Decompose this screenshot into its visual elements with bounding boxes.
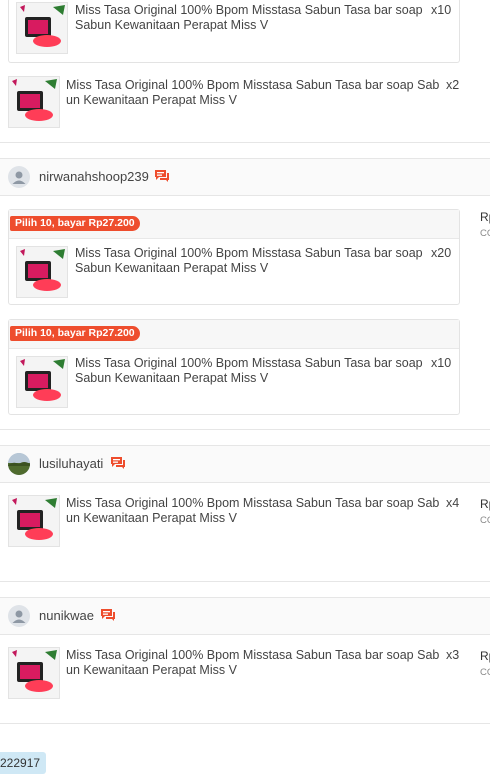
product-name[interactable]: Miss Tasa Original 100% Bpom Misstasa Sa… — [66, 648, 446, 678]
product-thumbnail[interactable] — [8, 76, 60, 128]
product-thumbnail[interactable] — [16, 356, 68, 408]
promo-group-box: Pilih 10, bayar Rp27.200 Miss Tasa Origi… — [8, 319, 460, 415]
product-name[interactable]: Miss Tasa Original 100% Bpom Misstasa Sa… — [66, 78, 446, 108]
order-price-sub: CO — [480, 515, 490, 526]
promo-badge[interactable]: Pilih 10, bayar Rp27.200 — [10, 326, 140, 341]
order-price: Rp — [480, 649, 490, 663]
promo-group-box: Pilih 10, bayar Rp27.200 Miss Tasa Origi… — [8, 209, 460, 305]
username[interactable]: nunikwae — [39, 608, 94, 623]
product-name[interactable]: Miss Tasa Original 100% Bpom Misstasa Sa… — [75, 246, 430, 276]
product-name[interactable]: Miss Tasa Original 100% Bpom Misstasa Sa… — [75, 356, 430, 386]
order-price-sub: CO — [480, 667, 490, 678]
product-thumbnail[interactable] — [16, 2, 68, 54]
username[interactable]: nirwanahshoop239 — [39, 169, 149, 184]
product-name[interactable]: Miss Tasa Original 100% Bpom Misstasa Sa… — [75, 3, 425, 33]
avatar[interactable] — [8, 166, 30, 188]
chat-icon[interactable] — [100, 608, 116, 622]
promo-bar: Pilih 10, bayar Rp27.200 — [9, 210, 459, 239]
item-quantity: x4 — [446, 496, 460, 510]
chat-icon[interactable] — [154, 169, 170, 183]
username[interactable]: lusiluhayati — [39, 456, 103, 471]
order-price: Rp — [480, 210, 490, 224]
item-quantity: x10 — [431, 3, 452, 17]
product-name[interactable]: Miss Tasa Original 100% Bpom Misstasa Sa… — [66, 496, 446, 526]
promo-bar: Pilih 10, bayar Rp27.200 — [9, 320, 459, 349]
divider — [0, 142, 490, 143]
item-quantity: x10 — [431, 356, 452, 370]
product-thumbnail[interactable] — [8, 647, 60, 699]
item-quantity: x3 — [446, 648, 460, 662]
order-price: Rp — [480, 497, 490, 511]
order-id-badge[interactable]: 222917 — [0, 752, 47, 774]
top-group-box: Miss Tasa Original 100% Bpom Misstasa Sa… — [8, 0, 460, 63]
item-quantity: x2 — [446, 78, 460, 92]
product-thumbnail[interactable] — [16, 246, 68, 298]
avatar[interactable] — [8, 453, 30, 475]
order-price-sub: CO — [480, 228, 490, 239]
avatar[interactable] — [8, 605, 30, 627]
divider — [0, 429, 490, 430]
product-thumbnail[interactable] — [8, 495, 60, 547]
item-quantity: x20 — [431, 246, 452, 260]
divider — [0, 581, 490, 582]
divider — [0, 723, 490, 724]
promo-badge[interactable]: Pilih 10, bayar Rp27.200 — [10, 216, 140, 231]
chat-icon[interactable] — [110, 456, 126, 470]
order-header: lusiluhayati — [0, 445, 490, 483]
order-header: nunikwae — [0, 597, 490, 635]
order-header: nirwanahshoop239 — [0, 158, 490, 196]
